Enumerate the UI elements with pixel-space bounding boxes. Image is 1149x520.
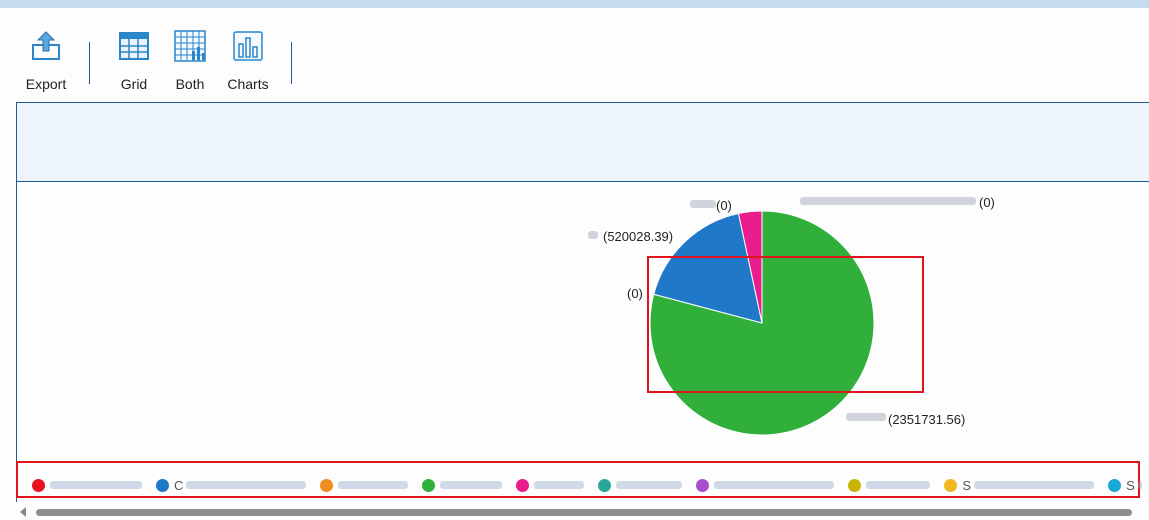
blurred-legend-text (338, 481, 409, 489)
legend-marker-icon (598, 478, 612, 492)
legend-marker-icon (848, 478, 862, 492)
data-label-green: (2351731.56) (888, 412, 965, 427)
scroll-left-arrow-icon[interactable] (20, 507, 26, 517)
legend-item[interactable] (848, 478, 931, 492)
legend-marker-icon (32, 478, 45, 492)
horizontal-scrollbar[interactable] (20, 506, 1145, 518)
legend-marker-icon (422, 478, 436, 492)
legend-marker-icon (1108, 478, 1122, 492)
legend-item[interactable] (422, 478, 503, 492)
pie-chart: (2351731.56) (0) (520028.39) (0) (0) (588, 195, 995, 436)
legend-item[interactable] (320, 478, 409, 492)
blurred-legend-text (440, 481, 503, 489)
data-label-zero-left: (0) (627, 286, 643, 301)
legend-marker-icon (696, 478, 710, 492)
legend-item[interactable]: S (1108, 478, 1142, 493)
legend-item[interactable] (32, 478, 142, 492)
legend-marker-icon (944, 478, 958, 492)
legend-label: C (174, 477, 184, 493)
legend-item[interactable]: C (156, 477, 307, 493)
blurred-label-text (690, 200, 716, 208)
blurred-legend-text (50, 481, 142, 489)
legend-marker-icon (320, 478, 334, 492)
legend-item[interactable]: S (944, 477, 1095, 493)
blurred-legend-text (714, 481, 835, 489)
data-label-zero-right: (0) (979, 195, 995, 210)
legend-label: S (1126, 477, 1135, 493)
legend-marker-icon (156, 478, 169, 492)
blurred-legend-text (1137, 481, 1142, 489)
legend-label: S (962, 477, 972, 493)
chart-legend: CSS (32, 474, 1142, 496)
legend-item[interactable] (516, 478, 585, 492)
blurred-legend-text (186, 481, 307, 489)
data-label-zero-top: (0) (716, 198, 732, 213)
blurred-legend-text (616, 481, 683, 489)
data-label-blue: (520028.39) (603, 229, 673, 244)
blurred-label-text (800, 197, 976, 205)
legend-item[interactable] (696, 478, 835, 492)
legend-marker-icon (516, 478, 530, 492)
legend-item[interactable] (598, 478, 683, 492)
blurred-legend-text (974, 481, 1095, 489)
blurred-legend-text (866, 481, 931, 489)
scroll-thumb[interactable] (36, 509, 1132, 516)
blurred-legend-text (534, 481, 585, 489)
blurred-label-text (846, 413, 886, 421)
blurred-label-text (588, 231, 598, 239)
